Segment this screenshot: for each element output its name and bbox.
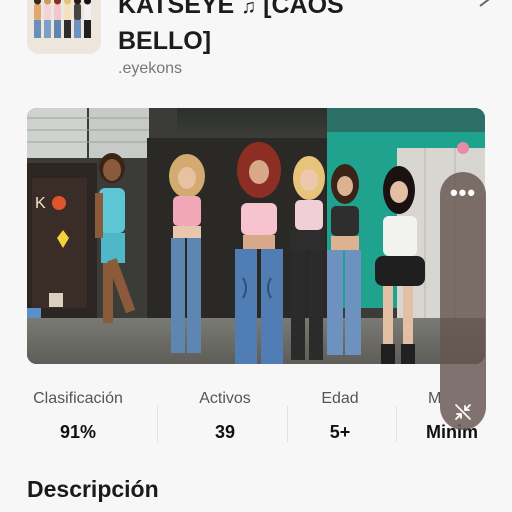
description-heading: Descripción [27, 476, 159, 502]
developer-name[interactable]: .eyekons [118, 60, 182, 78]
stat-divider [157, 406, 158, 442]
svg-text:K: K [35, 195, 46, 212]
title-line1: KATSEYE [118, 0, 235, 19]
stat-active[interactable]: Activos 39 [175, 390, 275, 443]
stat-age[interactable]: Edad 5+ [300, 390, 380, 443]
title-line2: BELLO] [118, 27, 212, 55]
floating-side-panel[interactable]: ••• [440, 172, 486, 430]
minimize-icon[interactable] [453, 402, 473, 422]
stat-rating[interactable]: Clasificación 91% [18, 390, 138, 443]
chevron-icon[interactable] [474, 0, 494, 10]
app-title: KATSEYE ♫ [CAOS BELLO] [118, 0, 418, 58]
hero-image[interactable]: K [27, 108, 485, 364]
stat-label: Clasificación [33, 390, 123, 407]
stat-value: 39 [214, 422, 236, 442]
more-dots-icon[interactable]: ••• [440, 180, 486, 206]
stat-label: Activos [199, 390, 251, 407]
title-line1-suffix: [CAOS [263, 0, 344, 19]
stat-divider [287, 406, 288, 442]
stat-label: Edad [321, 390, 359, 407]
stats-row: Clasificación 91% Activos 39 Edad 5+ M M… [0, 390, 512, 450]
music-note-icon: ♫ [241, 0, 257, 18]
app-icon [27, 0, 101, 54]
stat-value: 5+ [329, 422, 351, 442]
stat-divider [396, 406, 397, 442]
stat-value: 91% [59, 422, 97, 442]
